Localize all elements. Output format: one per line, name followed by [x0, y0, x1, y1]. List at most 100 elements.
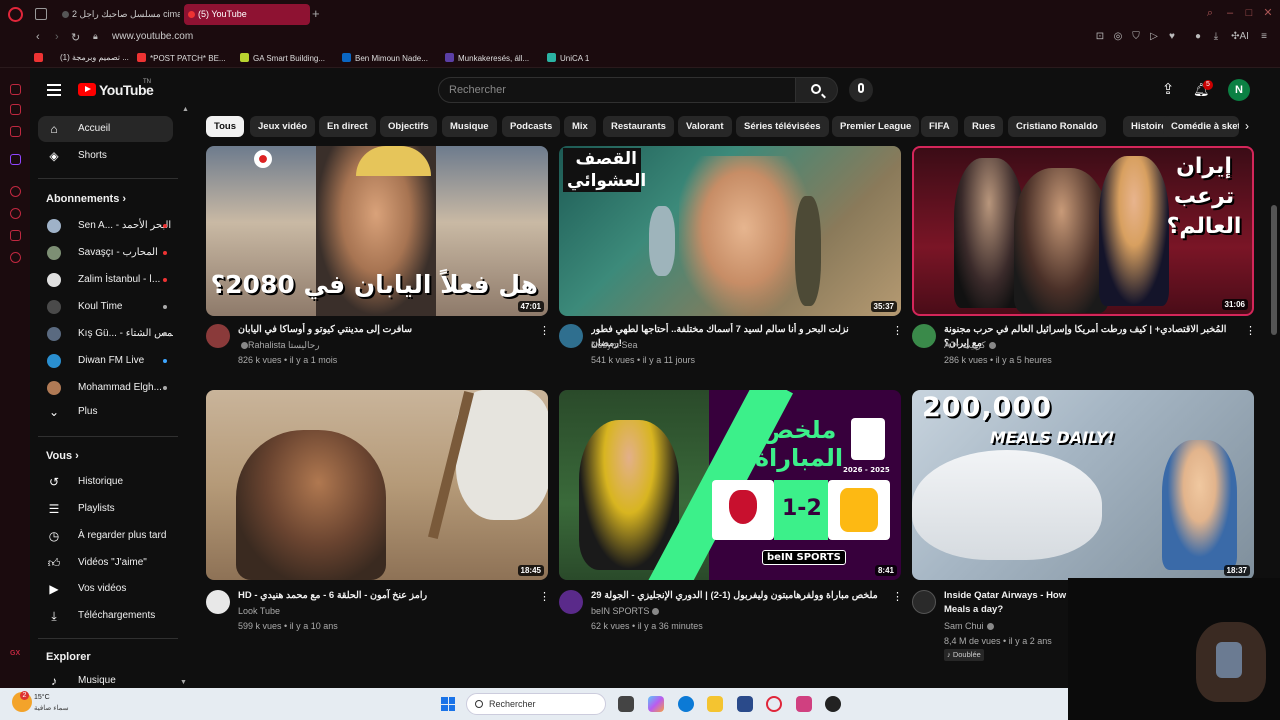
- gx-icon[interactable]: GX: [10, 650, 21, 661]
- chip-video-games[interactable]: Jeux vidéo: [250, 116, 316, 137]
- subscriptions-heading[interactable]: Abonnements ›: [46, 193, 126, 205]
- bookmarks-rail-icon[interactable]: [10, 230, 21, 241]
- store-icon[interactable]: [737, 696, 753, 712]
- edge-icon[interactable]: [678, 696, 694, 712]
- sidebar-sub-3[interactable]: Zalim İstanbul - ا...: [38, 267, 173, 293]
- video-thumbnail[interactable]: 200,000 MEALS DAILY! 18:37: [912, 390, 1254, 580]
- new-tab-icon[interactable]: +: [312, 6, 320, 21]
- opera-logo-icon[interactable]: [8, 7, 23, 22]
- video-title[interactable]: ملخص مباراة وولفرهامبتون وليفربول (1-2) …: [591, 589, 879, 603]
- maximize-icon[interactable]: □: [1243, 7, 1255, 19]
- chip-all[interactable]: Tous: [206, 116, 244, 137]
- chip-tv-series[interactable]: Séries télévisées: [736, 116, 829, 137]
- chip-streets[interactable]: Rues: [964, 116, 1004, 137]
- sidebar-item-playlists[interactable]: ☰ Playlists: [38, 496, 173, 522]
- back-icon[interactable]: ‹: [36, 31, 40, 43]
- sidebar-item-music[interactable]: ♪ Musique: [38, 668, 173, 688]
- sidebar-item-history[interactable]: ↺ Historique: [38, 469, 173, 495]
- sidebar-item-liked-videos[interactable]: 👍︎ Vidéos "J'aime": [38, 550, 173, 576]
- history-rail-icon[interactable]: [10, 208, 21, 219]
- voice-search-button[interactable]: [849, 78, 873, 102]
- channel-avatar[interactable]: [912, 324, 936, 348]
- taskbar-search[interactable]: Rechercher: [466, 693, 606, 715]
- url-field[interactable]: www.youtube.com: [112, 31, 193, 42]
- channel-name[interactable]: Sam Chui: [944, 621, 994, 631]
- messenger-icon[interactable]: [10, 104, 21, 115]
- search-tabs-icon[interactable]: ⌕: [1204, 7, 1216, 19]
- video-thumbnail[interactable]: ملخص المباراة 2026 - 2025 1-2 beIN SPORT…: [559, 390, 901, 580]
- channel-avatar[interactable]: [206, 590, 230, 614]
- tab-youtube[interactable]: (5) YouTube: [184, 4, 310, 25]
- create-upload-icon[interactable]: ⇪: [1161, 82, 1175, 98]
- channel-avatar[interactable]: [559, 324, 583, 348]
- shield-icon[interactable]: ⛉: [1130, 31, 1142, 43]
- player-icon[interactable]: [10, 186, 21, 197]
- more-actions-icon[interactable]: ⋮: [1245, 324, 1256, 338]
- sidebar-item-downloads[interactable]: ⤓ Téléchargements: [38, 603, 173, 629]
- chip-goals[interactable]: Objectifs: [380, 116, 437, 137]
- player-icon[interactable]: ▷: [1148, 31, 1160, 43]
- aria-icon[interactable]: [10, 84, 21, 95]
- search-input[interactable]: [449, 84, 779, 96]
- twitch-icon[interactable]: [10, 154, 21, 165]
- channel-name[interactable]: AJ+ كربيت: [944, 340, 996, 351]
- chip-music[interactable]: Musique: [442, 116, 497, 137]
- windows-start-icon[interactable]: [441, 697, 455, 711]
- reload-icon[interactable]: ↻: [71, 31, 80, 44]
- sidebar-show-more[interactable]: ⌄ Plus: [38, 399, 173, 425]
- copilot-icon[interactable]: [648, 696, 664, 712]
- bookmark-3[interactable]: GA Smart Building...: [240, 53, 325, 63]
- sidebar-item-watch-later[interactable]: ◷ À regarder plus tard: [38, 523, 173, 549]
- chip-fifa[interactable]: FIFA: [921, 116, 958, 137]
- channel-name[interactable]: beIN SPORTS: [591, 606, 660, 616]
- video-thumbnail[interactable]: 18:45: [206, 390, 548, 580]
- settings-rail-icon[interactable]: [10, 252, 21, 263]
- channel-name[interactable]: Rahalista رحاليستا: [238, 340, 320, 351]
- search-button[interactable]: [796, 77, 838, 103]
- account-avatar[interactable]: N: [1228, 79, 1250, 101]
- page-scrollbar[interactable]: [1271, 205, 1277, 335]
- file-explorer-icon[interactable]: [707, 696, 723, 712]
- close-window-icon[interactable]: ✕: [1262, 7, 1274, 19]
- search-field[interactable]: [438, 77, 796, 103]
- chip-valorant[interactable]: Valorant: [678, 116, 732, 137]
- snapshot-icon[interactable]: ⊡: [1094, 31, 1106, 43]
- sidebar-sub-2[interactable]: Savaşçı - المحارب: [38, 240, 173, 266]
- pinned-app-icon[interactable]: [825, 696, 841, 712]
- opera-gx-icon[interactable]: [766, 696, 782, 712]
- hamburger-menu-icon[interactable]: [47, 84, 61, 96]
- more-actions-icon[interactable]: ⋮: [892, 590, 903, 604]
- channel-avatar[interactable]: [559, 590, 583, 614]
- chip-comedy-sketch[interactable]: Comédie à sketc: [1163, 116, 1239, 137]
- downloads-icon[interactable]: ⤓: [1210, 31, 1222, 43]
- channel-name[interactable]: Nesym Sea: [591, 340, 638, 350]
- instagram-icon[interactable]: [10, 126, 21, 137]
- sidebar-sub-5[interactable]: Kış Gü... - شمس الشتاء: [38, 321, 173, 347]
- minimize-icon[interactable]: –: [1224, 7, 1236, 19]
- bookmark-5[interactable]: Munkakeresés, áll...: [445, 53, 529, 63]
- video-thumbnail[interactable]: هل فعلاً اليابان في 2080؟ 47:01: [206, 146, 548, 316]
- channel-name[interactable]: Look Tube: [238, 606, 280, 616]
- video-thumbnail[interactable]: إيران ترعب العالم؟ 31:06: [912, 146, 1254, 316]
- chip-podcasts[interactable]: Podcasts: [502, 116, 561, 137]
- sidebar-item-shorts[interactable]: ◈ Shorts: [38, 143, 173, 169]
- sidebar-sub-7[interactable]: Mohammad Elgh...: [38, 375, 173, 401]
- menu-icon[interactable]: ≡: [1258, 31, 1270, 43]
- bookmark-4[interactable]: Ben Mimoun Nade...: [342, 53, 428, 63]
- profile-icon[interactable]: ●: [1192, 31, 1204, 43]
- pinned-app-icon[interactable]: [796, 696, 812, 712]
- sidebar-sub-1[interactable]: Sen A... - البحر الأحمد: [38, 213, 173, 239]
- more-actions-icon[interactable]: ⋮: [892, 324, 903, 338]
- chips-next-icon[interactable]: ›: [1245, 119, 1249, 133]
- chip-cristiano-ronaldo[interactable]: Cristiano Ronaldo: [1008, 116, 1106, 137]
- video-title[interactable]: Inside Qatar Airways - How Meals a day?: [944, 589, 1070, 617]
- forward-icon[interactable]: ›: [55, 31, 59, 43]
- sidebar-item-your-videos[interactable]: ▶ Vos vidéos: [38, 576, 173, 602]
- video-thumbnail[interactable]: القصف العشوائي 35:37: [559, 146, 901, 316]
- chip-restaurants[interactable]: Restaurants: [603, 116, 674, 137]
- sidebar-scroll-down-icon[interactable]: ▼: [180, 679, 187, 686]
- chip-mix[interactable]: Mix: [564, 116, 596, 137]
- bookmark-youtube-icon[interactable]: [34, 53, 47, 63]
- task-view-icon[interactable]: [618, 696, 634, 712]
- channel-avatar[interactable]: [912, 590, 936, 614]
